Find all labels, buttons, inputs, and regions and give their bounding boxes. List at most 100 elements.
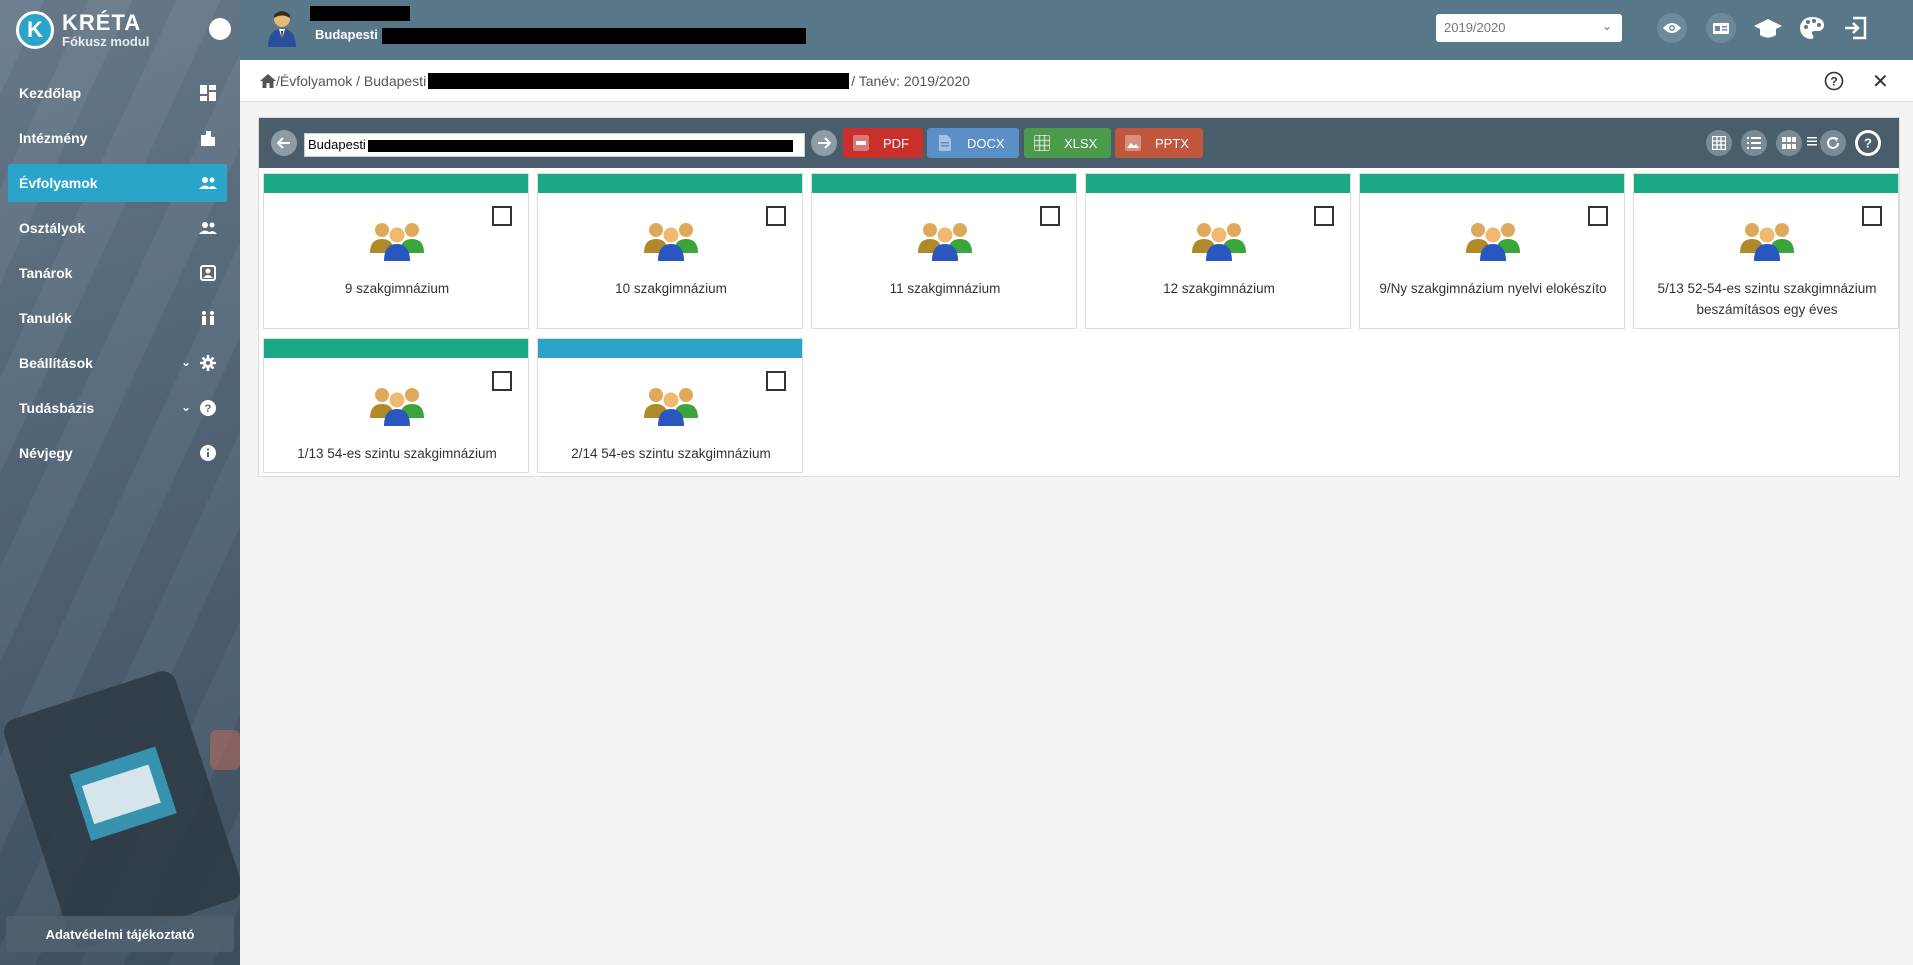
- tile-checkbox[interactable]: [492, 206, 512, 226]
- tile-checkbox[interactable]: [766, 371, 786, 391]
- tile-color-bar: [1086, 174, 1350, 193]
- app-logo[interactable]: K KRÉTA Fókusz modul: [0, 0, 240, 60]
- sidebar-item-label: Tudásbázis: [19, 400, 95, 416]
- breadcrumb-school-year: / Tanév: 2019/2020: [851, 73, 971, 89]
- grade-name: 1/13 54-es szintu szakgimnázium: [297, 446, 497, 461]
- grade-tile[interactable]: 2/14 54-es szintu szakgimnázium: [537, 338, 803, 473]
- sidebar-item-beallitasok[interactable]: Beállítások ⌄: [8, 344, 227, 382]
- refresh-icon[interactable]: [1820, 130, 1846, 156]
- grade-name: 9/Ny szakgimnázium nyelvi elokészíto: [1379, 281, 1607, 296]
- grade-tile[interactable]: 1/13 54-es szintu szakgimnázium: [263, 338, 529, 473]
- redacted-school-name: [367, 139, 793, 152]
- school-filter-input[interactable]: Budapesti: [304, 133, 805, 157]
- document-file-icon: [939, 135, 951, 151]
- group-people-icon: [644, 223, 698, 261]
- app-subtitle: Fókusz modul: [62, 33, 150, 49]
- svg-text:?: ?: [1830, 75, 1837, 89]
- export-label: PDF: [883, 135, 909, 151]
- sidebar-item-tanarok[interactable]: Tanárok: [8, 254, 227, 292]
- spreadsheet-icon: [1034, 135, 1050, 151]
- chevron-down-icon: ⌄: [180, 400, 191, 414]
- arrow-left-icon[interactable]: [271, 130, 297, 156]
- sidebar-item-tudasbazis[interactable]: Tudásbázis ⌄ ?: [8, 389, 227, 427]
- group-people-icon: [1192, 223, 1246, 261]
- tile-view-icon[interactable]: [1776, 130, 1802, 156]
- user-avatar-icon[interactable]: [266, 9, 298, 47]
- grade-tile[interactable]: 12 szakgimnázium: [1085, 173, 1351, 329]
- sidebar-item-osztalyok[interactable]: Osztályok: [8, 209, 227, 247]
- tile-color-bar: [1360, 174, 1624, 193]
- menu-lines-icon[interactable]: [1807, 134, 1817, 146]
- panel-toolbar: Budapesti PDF DOCX XLSX PPTX ?: [259, 118, 1899, 168]
- tile-checkbox[interactable]: [1040, 206, 1060, 226]
- tile-color-bar: [538, 174, 802, 193]
- export-label: DOCX: [967, 135, 1005, 151]
- graduation-cap-icon[interactable]: [1753, 13, 1783, 43]
- help-icon[interactable]: ?: [1855, 130, 1881, 156]
- svg-text:?: ?: [205, 403, 212, 415]
- sidebar-toggle-button[interactable]: [209, 18, 231, 40]
- gear-icon: [199, 354, 217, 372]
- eye-icon[interactable]: [1657, 13, 1687, 43]
- grade-name: 9 szakgimnázium: [344, 281, 450, 296]
- sidebar-item-tanulok[interactable]: Tanulók: [8, 299, 227, 337]
- sidebar-menu: Kezdőlap Intézmény Évfolyamok Osztályok …: [8, 74, 227, 479]
- grid-view-icon[interactable]: [1706, 130, 1732, 156]
- grade-tile[interactable]: 5/13 52-54-es szintu szakgimnázium beszá…: [1633, 173, 1899, 329]
- group-people-icon: [1466, 223, 1520, 261]
- tile-checkbox[interactable]: [492, 371, 512, 391]
- tile-checkbox[interactable]: [1314, 206, 1334, 226]
- export-xlsx-button[interactable]: XLSX: [1024, 128, 1112, 158]
- school-year-select[interactable]: 2019/2020 ⌄: [1436, 14, 1622, 42]
- grade-tile[interactable]: 10 szakgimnázium: [537, 173, 803, 329]
- sidebar-item-kezdolap[interactable]: Kezdőlap: [8, 74, 227, 112]
- close-icon[interactable]: ✕: [1872, 69, 1889, 94]
- grade-tile[interactable]: 11 szakgimnázium: [811, 173, 1077, 329]
- chevron-down-icon: ⌄: [1601, 19, 1612, 33]
- home-icon[interactable]: [260, 74, 276, 88]
- tile-checkbox[interactable]: [1588, 206, 1608, 226]
- group-icon: [199, 174, 217, 192]
- grade-name: 11 szakgimnázium: [889, 281, 1001, 296]
- export-label: PPTX: [1155, 135, 1189, 151]
- grade-tile[interactable]: 9 szakgimnázium: [263, 173, 529, 329]
- group-people-icon: [370, 223, 424, 261]
- tile-checkbox[interactable]: [1862, 206, 1882, 226]
- group-people-icon: [370, 388, 424, 426]
- app-title: KRÉTA: [62, 9, 142, 35]
- grade-tile[interactable]: 9/Ny szakgimnázium nyelvi elokészíto: [1359, 173, 1625, 329]
- help-icon[interactable]: ?: [1824, 71, 1844, 96]
- grade-name: 5/13 52-54-es szintu szakgimnázium beszá…: [1657, 281, 1877, 317]
- sidebar: K KRÉTA Fókusz modul Kezdőlap Intézmény …: [0, 0, 240, 965]
- arrow-right-icon[interactable]: [811, 130, 837, 156]
- group-people-icon: [1740, 223, 1794, 261]
- export-pptx-button[interactable]: PPTX: [1115, 128, 1203, 158]
- id-card-icon[interactable]: [1706, 13, 1736, 43]
- redacted-school-name: [428, 73, 850, 89]
- sidebar-item-evfolyamok[interactable]: Évfolyamok: [8, 164, 227, 202]
- grade-name: 12 szakgimnázium: [1163, 281, 1275, 296]
- grades-panel: Budapesti PDF DOCX XLSX PPTX ? 9 szakgim…: [258, 117, 1900, 477]
- tile-color-bar: [264, 339, 528, 358]
- export-docx-button[interactable]: DOCX: [927, 128, 1019, 158]
- kreta-logo-icon: K: [16, 11, 54, 49]
- redacted-user-name: [310, 6, 410, 21]
- tile-checkbox[interactable]: [766, 206, 786, 226]
- list-view-icon[interactable]: [1741, 130, 1767, 156]
- sidebar-item-label: Évfolyamok: [19, 175, 98, 191]
- privacy-notice-button[interactable]: Adatvédelmi tájékoztató: [6, 916, 234, 952]
- palette-icon[interactable]: [1797, 13, 1827, 43]
- sidebar-item-label: Intézmény: [19, 130, 88, 146]
- sidebar-item-nevjegy[interactable]: Névjegy: [8, 434, 227, 472]
- breadcrumb: /Évfolyamok / Budapesti / Tanév: 2019/20…: [260, 73, 970, 89]
- group-icon: [199, 219, 217, 237]
- breadcrumb-path[interactable]: /Évfolyamok / Budapesti: [276, 73, 426, 89]
- svg-text:?: ?: [1864, 136, 1872, 151]
- sidebar-item-intezmeny[interactable]: Intézmény: [8, 119, 227, 157]
- image-file-icon: [1125, 135, 1141, 151]
- students-icon: [199, 309, 217, 327]
- pdf-file-icon: [853, 135, 869, 151]
- export-pdf-button[interactable]: PDF: [843, 128, 923, 158]
- redacted-school-name: [382, 28, 806, 44]
- logout-icon[interactable]: [1840, 13, 1870, 43]
